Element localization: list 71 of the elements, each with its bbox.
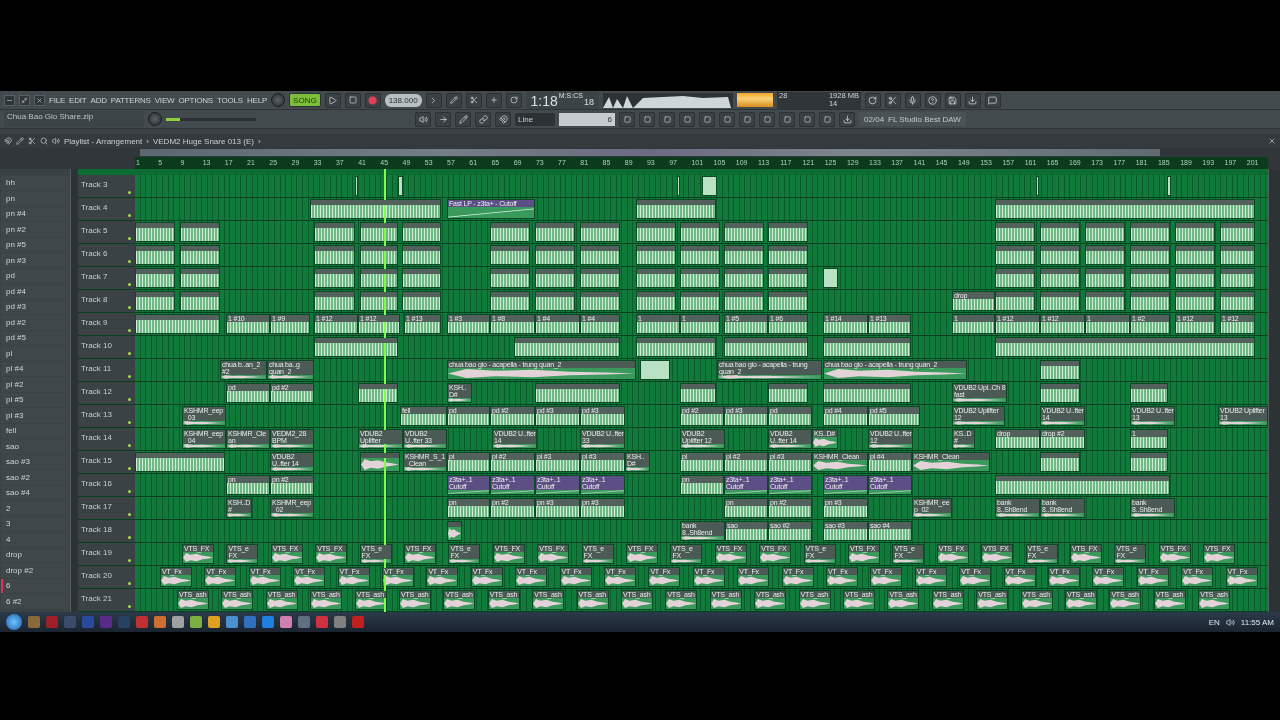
channel-item[interactable]: 4	[1, 532, 69, 547]
news-count: 02/04	[864, 114, 885, 124]
menu-item[interactable]: PATTERNS	[110, 95, 151, 105]
track-header[interactable]: Track 3	[78, 175, 135, 197]
channel-item[interactable]: fell	[1, 423, 69, 438]
track-header[interactable]: Track 16	[78, 474, 135, 496]
news-panel[interactable]: 02/04 FL Studio Best DAW	[859, 112, 966, 126]
track-header[interactable]: Track 13	[78, 405, 135, 427]
channel-item[interactable]: pd #4	[1, 284, 69, 299]
channel-item[interactable]: pd	[1, 268, 69, 283]
breadcrumb-item[interactable]: ›	[257, 136, 261, 146]
track-header[interactable]: Track 18	[78, 520, 135, 542]
track-header[interactable]: Track 5	[78, 221, 135, 243]
track-header[interactable]: Track 9	[78, 313, 135, 335]
track-header[interactable]: Track 7	[78, 267, 135, 289]
channel-item[interactable]: 3	[1, 516, 69, 531]
channel-item[interactable]: pd #5	[1, 330, 69, 345]
menu-item[interactable]: HELP	[247, 95, 268, 105]
track-header[interactable]: Track 15	[78, 451, 135, 473]
menu-item[interactable]: ADD	[90, 95, 107, 105]
breadcrumb-item[interactable]: Playlist - Arrangement	[64, 136, 143, 146]
song-mode-button[interactable]: SONG	[289, 93, 321, 107]
track-header[interactable]: Track 10	[78, 336, 135, 358]
language-indicator[interactable]: EN	[1208, 617, 1220, 627]
channel-item[interactable]: 6	[1, 578, 69, 593]
menu-item[interactable]: FILE	[49, 95, 66, 105]
channel-item[interactable]: pn #3	[1, 253, 69, 268]
track-header[interactable]: Track 12	[78, 382, 135, 404]
track-header[interactable]: Track 17	[78, 497, 135, 519]
menu-item[interactable]: TOOLS	[217, 95, 243, 105]
channel-item[interactable]: pl #2	[1, 377, 69, 392]
project-name-field: Chua Bao Gio Share.zip	[4, 111, 144, 127]
channel-item[interactable]: pn #2	[1, 222, 69, 237]
menu-item[interactable]: EDIT	[69, 95, 87, 105]
channel-item[interactable]: pl #3	[1, 408, 69, 423]
channel-item[interactable]: pn #4	[1, 206, 69, 221]
channel-item[interactable]: pd #3	[1, 299, 69, 314]
channel-item[interactable]: sao #3	[1, 454, 69, 469]
clock[interactable]: 11:55 AM	[1240, 617, 1274, 627]
channel-item[interactable]: pl #5	[1, 392, 69, 407]
channel-item[interactable]: 6 #2	[1, 594, 69, 609]
breadcrumb-item[interactable]: ›	[146, 136, 149, 146]
channel-item[interactable]: drop #2	[1, 563, 69, 578]
channel-item[interactable]: pl #4	[1, 361, 69, 376]
time-display: 1:18	[530, 92, 558, 109]
breadcrumb-item[interactable]: VEDM2 Huge Snare 013 (E)	[152, 136, 254, 146]
track-header[interactable]: Track 20	[78, 566, 135, 588]
channel-item[interactable]: sao #2	[1, 470, 69, 485]
track-header[interactable]: Track 6	[78, 244, 135, 266]
tempo-field[interactable]: 138.000	[384, 93, 422, 107]
track-header[interactable]: Track 8	[78, 290, 135, 312]
channel-item[interactable]: 2	[1, 501, 69, 516]
channel-item[interactable]: pn	[1, 191, 69, 206]
track-header[interactable]: Track 21	[78, 589, 135, 611]
step-field[interactable]: 6	[559, 112, 616, 126]
menu-item[interactable]: VIEW	[154, 95, 175, 105]
channel-item[interactable]: hh	[1, 175, 69, 190]
track-header[interactable]: Track 4	[78, 198, 135, 220]
track-header[interactable]: Track 14	[78, 428, 135, 450]
menu-item[interactable]: OPTIONS	[178, 95, 213, 105]
track-header[interactable]: Track 19	[78, 543, 135, 565]
news-title: FL Studio Best DAW	[888, 114, 961, 124]
channel-item[interactable]: sao	[1, 439, 69, 454]
channel-item[interactable]: pn #5	[1, 237, 69, 252]
snap-dropdown[interactable]: Line	[515, 112, 556, 126]
channel-item[interactable]: sao #4	[1, 485, 69, 500]
track-header[interactable]: Track 11	[78, 359, 135, 381]
channel-item[interactable]: pl	[1, 346, 69, 361]
channel-item[interactable]: pd #2	[1, 315, 69, 330]
channel-item[interactable]: drop	[1, 547, 69, 562]
time-centiseconds: 18	[583, 95, 594, 109]
